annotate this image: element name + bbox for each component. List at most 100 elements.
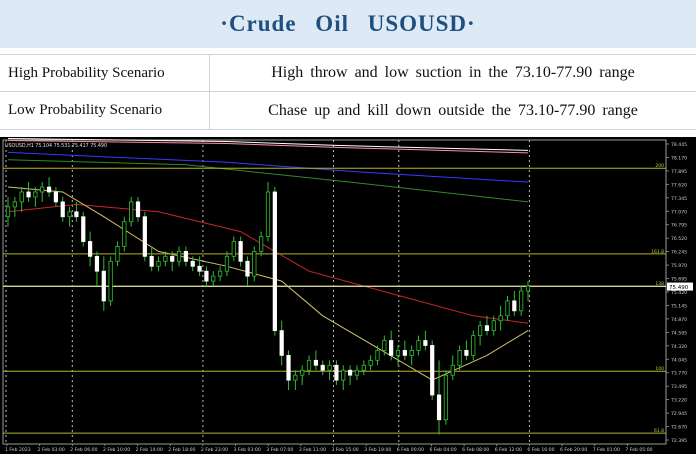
candle-body [416,340,421,351]
price-chart[interactable]: 200 161.8 138 100 61.8 75.490 78.445 78.170 77.8… [0,137,696,454]
candle-body [81,216,86,242]
x-tick-label: 6 Feb 20:00 [560,447,587,453]
x-tick-label: 7 Feb 01:00 [593,447,620,453]
candle-body [279,330,284,356]
candle-body [12,201,17,208]
candle-body [306,359,312,371]
candle-body [382,340,387,351]
y-tick-label: 74.320 [671,344,687,350]
x-tick-label: 2 Feb 23:00 [201,447,228,453]
candle-body [176,251,182,262]
candle-body [224,255,230,272]
candle-body [259,236,264,252]
x-tick-label: 2 Feb 10:00 [103,447,130,453]
candle-body [218,270,223,277]
candle-body [464,350,469,356]
candle-body [361,364,366,371]
y-tick-label: 74.595 [671,330,687,336]
candle-body [245,260,250,277]
x-tick-label: 3 Feb 03:00 [234,447,261,453]
candle-body [129,201,134,223]
candle-body [389,340,394,356]
candle-body [170,255,175,262]
y-tick-label: 77.620 [671,182,687,188]
y-tick-label: 72.395 [671,438,687,444]
candle-body [491,320,496,332]
x-tick-label: 6 Feb 00:00 [397,447,424,453]
candle-body [211,275,216,282]
chart-title: USOUSD,H1 75.104 75.531 75.417 75.490 [5,143,107,149]
candle-body [265,191,271,237]
candle-body [286,354,291,381]
x-tick-label: 6 Feb 04:00 [429,447,456,453]
candle-body [519,290,524,312]
price-chart-svg: 200161.813810061.875.49078.44578.17077.8… [2,138,693,453]
y-tick-label: 75.145 [671,303,687,309]
candle-body [5,206,11,218]
candle-body [115,246,120,262]
fib-level-label: 200 [655,163,664,169]
x-tick-label: 3 Feb 07:00 [266,447,293,453]
x-tick-label: 1 Feb 2023 [5,447,31,453]
y-tick-label: 78.170 [671,155,687,161]
candle-body [163,255,168,262]
candle-body [293,374,298,381]
fib-level-label: 61.8 [654,428,664,434]
candle-body [252,251,257,277]
candle-body [341,369,346,381]
candle-body [135,201,141,218]
candle-body [409,350,414,356]
y-tick-label: 76.795 [671,223,687,229]
candle-body [40,186,45,193]
y-tick-label: 75.970 [671,263,687,269]
candle-body [149,255,154,267]
x-tick-label: 6 Feb 12:00 [495,447,522,453]
moving-average-line [7,151,529,183]
candle-body [122,221,127,247]
candle-body [94,255,100,272]
candle-body [156,260,161,267]
y-tick-label: 77.895 [671,169,687,175]
candle-body [67,211,72,218]
y-tick-label: 78.445 [671,142,687,148]
candle-body [443,374,448,421]
y-tick-label: 73.495 [671,384,687,390]
candle-body [108,260,113,302]
y-tick-label: 75.695 [671,277,687,283]
candle-body [183,251,188,262]
scenario-row-high: High Probability Scenario High throw and… [0,54,696,92]
candle-body [450,364,455,376]
scenario-text: Chase up and kill down outside the 73.10… [268,101,638,119]
scenario-label: Low Probability Scenario [0,92,210,129]
candle-body [327,364,332,371]
page-title: ·Crude Oil USOUSD· [0,0,696,48]
y-tick-label: 73.220 [671,398,687,404]
scenario-row-low: Low Probability Scenario Chase up and ki… [0,92,696,130]
scenario-label: High Probability Scenario [0,55,210,91]
candle-body [512,300,517,312]
candle-body [348,369,353,376]
candle-body [197,265,202,272]
candle-body [354,369,360,376]
candle-body [88,241,93,257]
fib-level-label: 100 [655,366,664,372]
y-tick-label: 75.420 [671,290,687,296]
candle-body [368,359,373,366]
candle-body [313,359,318,366]
candle-body [190,260,195,267]
x-tick-label: 6 Feb 16:00 [527,447,554,453]
candle-body [525,285,531,292]
candle-body [423,340,428,346]
y-tick-label: 77.070 [671,209,687,215]
candle-body [33,191,38,198]
candle-body [19,191,24,203]
candle-body [272,191,277,332]
x-tick-label: 3 Feb 11:00 [299,447,326,453]
x-tick-label: 3 Feb 15:00 [332,447,359,453]
candle-body [505,300,510,317]
y-tick-label: 76.245 [671,250,687,256]
x-tick-label: 2 Feb 18:00 [168,447,195,453]
scenario-text: High throw and low suction in the 73.10-… [271,64,635,81]
candle-body [320,364,325,371]
candle-body [334,364,339,381]
